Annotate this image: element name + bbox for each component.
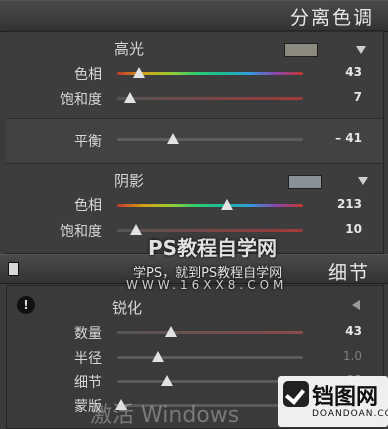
shadows-label: 阴影	[114, 172, 145, 190]
ps-watermark-url: WWW.16XX8.COM	[126, 278, 288, 292]
sharpening-radius-thumb[interactable]	[151, 351, 164, 362]
sharpening-radius-label: 半径	[74, 351, 102, 367]
balance-thumb[interactable]	[166, 133, 179, 144]
sharpening-amount-slider[interactable]	[117, 331, 303, 334]
highlights-saturation-slider[interactable]	[117, 97, 303, 100]
ps-watermark-title: PS教程自学网	[148, 236, 278, 260]
sharpening-amount-value[interactable]: 43	[322, 324, 362, 338]
balance-value[interactable]: – 41	[322, 131, 362, 145]
site-logo-badge	[283, 381, 309, 407]
highlights-picker-arrow-icon[interactable]	[356, 46, 366, 54]
shadows-saturation-thumb[interactable]	[129, 224, 142, 235]
highlights-color-swatch[interactable]	[284, 43, 318, 57]
sharpening-amount-label: 数量	[74, 326, 102, 342]
sharpening-detail-thumb[interactable]	[161, 375, 174, 386]
sharpening-collapse-icon[interactable]	[352, 300, 360, 310]
site-logo-text: 铛图网	[312, 385, 379, 410]
balance-label: 平衡	[74, 134, 102, 150]
shadows-hue-thumb[interactable]	[220, 199, 233, 210]
shadows-picker-arrow-icon[interactable]	[358, 177, 368, 185]
site-logo-url: DOANDOAN.COM	[312, 409, 388, 419]
highlights-saturation-label: 饱和度	[60, 92, 102, 108]
highlights-saturation-thumb[interactable]	[124, 92, 137, 103]
site-logo-watermark: 铛图网 DOANDOAN.COM	[278, 376, 388, 427]
highlights-hue-thumb[interactable]	[133, 67, 146, 78]
sharpening-detail-label: 细节	[74, 375, 102, 391]
shadows-hue-slider[interactable]	[117, 204, 303, 207]
shadows-saturation-value[interactable]: 10	[322, 222, 362, 236]
sharpening-radius-slider[interactable]	[117, 356, 303, 359]
info-icon[interactable]: !	[17, 296, 35, 314]
highlights-label: 高光	[114, 40, 145, 58]
highlights-saturation-value[interactable]: 7	[322, 90, 362, 104]
highlights-hue-label: 色相	[74, 67, 102, 83]
sharpening-label: 锐化	[112, 299, 143, 317]
split-toning-title: 分离色调	[289, 7, 374, 29]
split-toning-header[interactable]: 分离色调	[0, 0, 388, 32]
shadows-color-swatch[interactable]	[288, 175, 322, 189]
shadows-hue-label: 色相	[74, 198, 102, 214]
shadows-hue-value[interactable]: 213	[322, 197, 362, 211]
detail-panel-toggle[interactable]	[8, 262, 19, 276]
sharpening-detail-slider[interactable]	[117, 380, 303, 383]
shadows-saturation-label: 饱和度	[60, 224, 102, 240]
sharpening-radius-value[interactable]: 1.0	[322, 349, 362, 363]
detail-title: 细节	[327, 262, 370, 284]
balance-slider[interactable]	[117, 138, 303, 141]
highlights-hue-value[interactable]: 43	[322, 65, 362, 79]
logo-checkmark-icon	[284, 384, 306, 405]
windows-activation-watermark: 激活 Windows	[90, 403, 240, 428]
sharpening-amount-thumb[interactable]	[164, 326, 177, 337]
